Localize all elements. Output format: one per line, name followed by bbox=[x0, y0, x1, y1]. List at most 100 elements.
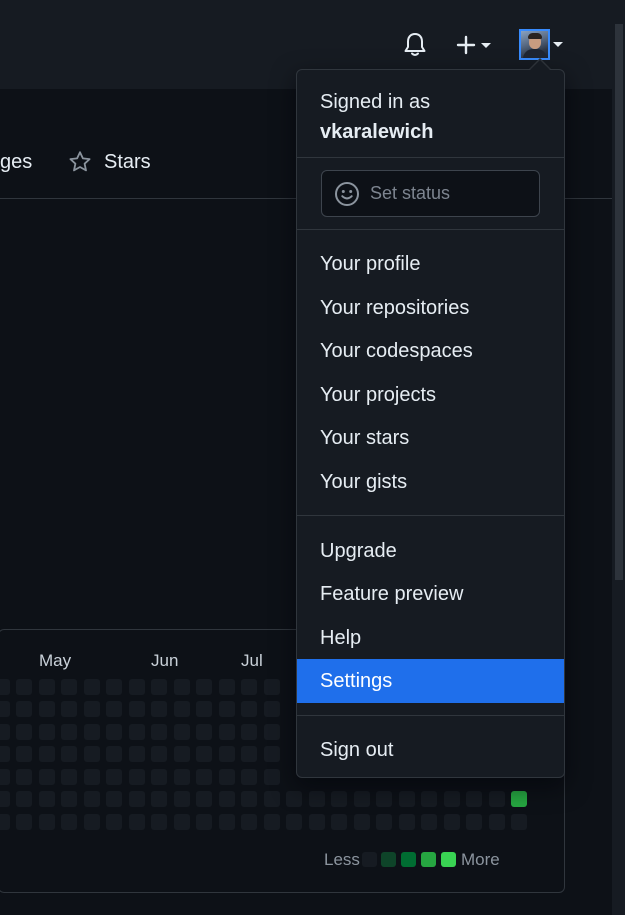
contribution-cell[interactable] bbox=[16, 814, 32, 830]
contribution-cell[interactable] bbox=[241, 791, 257, 807]
contribution-cell[interactable] bbox=[151, 701, 167, 717]
contribution-cell[interactable] bbox=[309, 814, 325, 830]
contribution-cell[interactable] bbox=[129, 724, 145, 740]
contribution-cell[interactable] bbox=[489, 814, 505, 830]
contribution-cell[interactable] bbox=[151, 791, 167, 807]
contribution-cell[interactable] bbox=[129, 679, 145, 695]
menu-item-feature-preview[interactable]: Feature preview bbox=[297, 572, 564, 616]
contribution-cell[interactable] bbox=[174, 679, 190, 695]
contribution-cell[interactable] bbox=[174, 791, 190, 807]
contribution-cell[interactable] bbox=[399, 791, 415, 807]
contribution-cell[interactable] bbox=[106, 746, 122, 762]
contribution-cell[interactable] bbox=[39, 791, 55, 807]
menu-item-settings[interactable]: Settings bbox=[297, 659, 564, 703]
contribution-cell[interactable] bbox=[61, 769, 77, 785]
contribution-cell[interactable] bbox=[196, 746, 212, 762]
contribution-cell[interactable] bbox=[196, 814, 212, 830]
contribution-cell[interactable] bbox=[0, 679, 10, 695]
contribution-cell[interactable] bbox=[16, 746, 32, 762]
contribution-cell[interactable] bbox=[0, 814, 10, 830]
contribution-cell[interactable] bbox=[466, 791, 482, 807]
contribution-cell[interactable] bbox=[196, 769, 212, 785]
contribution-cell[interactable] bbox=[39, 814, 55, 830]
contribution-cell[interactable] bbox=[354, 814, 370, 830]
contribution-cell[interactable] bbox=[219, 791, 235, 807]
contribution-cell[interactable] bbox=[196, 679, 212, 695]
notifications-button[interactable] bbox=[400, 30, 430, 60]
contribution-cell[interactable] bbox=[61, 724, 77, 740]
contribution-cell[interactable] bbox=[84, 791, 100, 807]
contribution-cell[interactable] bbox=[399, 814, 415, 830]
contribution-cell[interactable] bbox=[61, 679, 77, 695]
contribution-cell[interactable] bbox=[39, 769, 55, 785]
contribution-cell[interactable] bbox=[0, 701, 10, 717]
contribution-cell[interactable] bbox=[0, 746, 10, 762]
menu-item-upgrade[interactable]: Upgrade bbox=[297, 529, 564, 573]
set-status-button[interactable]: Set status bbox=[321, 170, 540, 217]
menu-item-your-stars[interactable]: Your stars bbox=[297, 416, 564, 460]
tab-packages[interactable]: ges bbox=[0, 151, 32, 174]
contribution-cell[interactable] bbox=[106, 701, 122, 717]
contribution-cell[interactable] bbox=[61, 791, 77, 807]
contribution-cell[interactable] bbox=[151, 769, 167, 785]
contribution-cell[interactable] bbox=[241, 814, 257, 830]
contribution-cell[interactable] bbox=[309, 791, 325, 807]
contribution-cell[interactable] bbox=[241, 679, 257, 695]
contribution-cell[interactable] bbox=[129, 746, 145, 762]
contribution-cell[interactable] bbox=[106, 679, 122, 695]
contribution-cell[interactable] bbox=[219, 679, 235, 695]
contribution-cell[interactable] bbox=[219, 814, 235, 830]
contribution-cell[interactable] bbox=[264, 791, 280, 807]
contribution-cell[interactable] bbox=[129, 701, 145, 717]
contribution-cell[interactable] bbox=[0, 791, 10, 807]
contribution-cell[interactable] bbox=[264, 746, 280, 762]
contribution-cell[interactable] bbox=[151, 724, 167, 740]
contribution-cell[interactable] bbox=[174, 724, 190, 740]
contribution-cell[interactable] bbox=[174, 746, 190, 762]
contribution-cell[interactable] bbox=[16, 679, 32, 695]
contribution-cell[interactable] bbox=[421, 814, 437, 830]
contribution-cell[interactable] bbox=[241, 769, 257, 785]
contribution-cell[interactable] bbox=[331, 791, 347, 807]
contribution-cell[interactable] bbox=[174, 769, 190, 785]
contribution-cell[interactable] bbox=[16, 701, 32, 717]
contribution-cell[interactable] bbox=[0, 769, 10, 785]
menu-item-help[interactable]: Help bbox=[297, 616, 564, 660]
contribution-cell[interactable] bbox=[174, 701, 190, 717]
contribution-cell[interactable] bbox=[16, 791, 32, 807]
contribution-cell[interactable] bbox=[376, 791, 392, 807]
contribution-cell[interactable] bbox=[151, 746, 167, 762]
contribution-cell[interactable] bbox=[84, 814, 100, 830]
contribution-cell[interactable] bbox=[444, 814, 460, 830]
contribution-cell[interactable] bbox=[219, 701, 235, 717]
contribution-cell[interactable] bbox=[264, 769, 280, 785]
tab-stars[interactable]: Stars bbox=[68, 148, 151, 176]
menu-item-your-projects[interactable]: Your projects bbox=[297, 373, 564, 417]
user-menu-button[interactable] bbox=[517, 28, 565, 61]
contribution-cell[interactable] bbox=[84, 724, 100, 740]
contribution-cell[interactable] bbox=[84, 769, 100, 785]
contribution-cell[interactable] bbox=[241, 746, 257, 762]
contribution-cell[interactable] bbox=[16, 724, 32, 740]
contribution-cell[interactable] bbox=[84, 679, 100, 695]
create-new-button[interactable] bbox=[450, 30, 496, 60]
contribution-cell[interactable] bbox=[84, 701, 100, 717]
contribution-cell[interactable] bbox=[129, 791, 145, 807]
contribution-cell[interactable] bbox=[0, 724, 10, 740]
contribution-cell[interactable] bbox=[511, 814, 527, 830]
contribution-cell[interactable] bbox=[61, 814, 77, 830]
scrollbar-thumb[interactable] bbox=[615, 24, 623, 580]
contribution-cell[interactable] bbox=[421, 791, 437, 807]
menu-item-your-gists[interactable]: Your gists bbox=[297, 460, 564, 504]
contribution-cell[interactable] bbox=[376, 814, 392, 830]
contribution-cell[interactable] bbox=[219, 746, 235, 762]
contribution-cell[interactable] bbox=[489, 791, 505, 807]
contribution-cell[interactable] bbox=[16, 769, 32, 785]
contribution-cell[interactable] bbox=[106, 814, 122, 830]
contribution-cell[interactable] bbox=[39, 701, 55, 717]
contribution-cell[interactable] bbox=[196, 791, 212, 807]
contribution-cell[interactable] bbox=[286, 791, 302, 807]
contribution-cell[interactable] bbox=[61, 701, 77, 717]
contribution-cell[interactable] bbox=[444, 791, 460, 807]
menu-item-sign-out[interactable]: Sign out bbox=[297, 728, 564, 772]
